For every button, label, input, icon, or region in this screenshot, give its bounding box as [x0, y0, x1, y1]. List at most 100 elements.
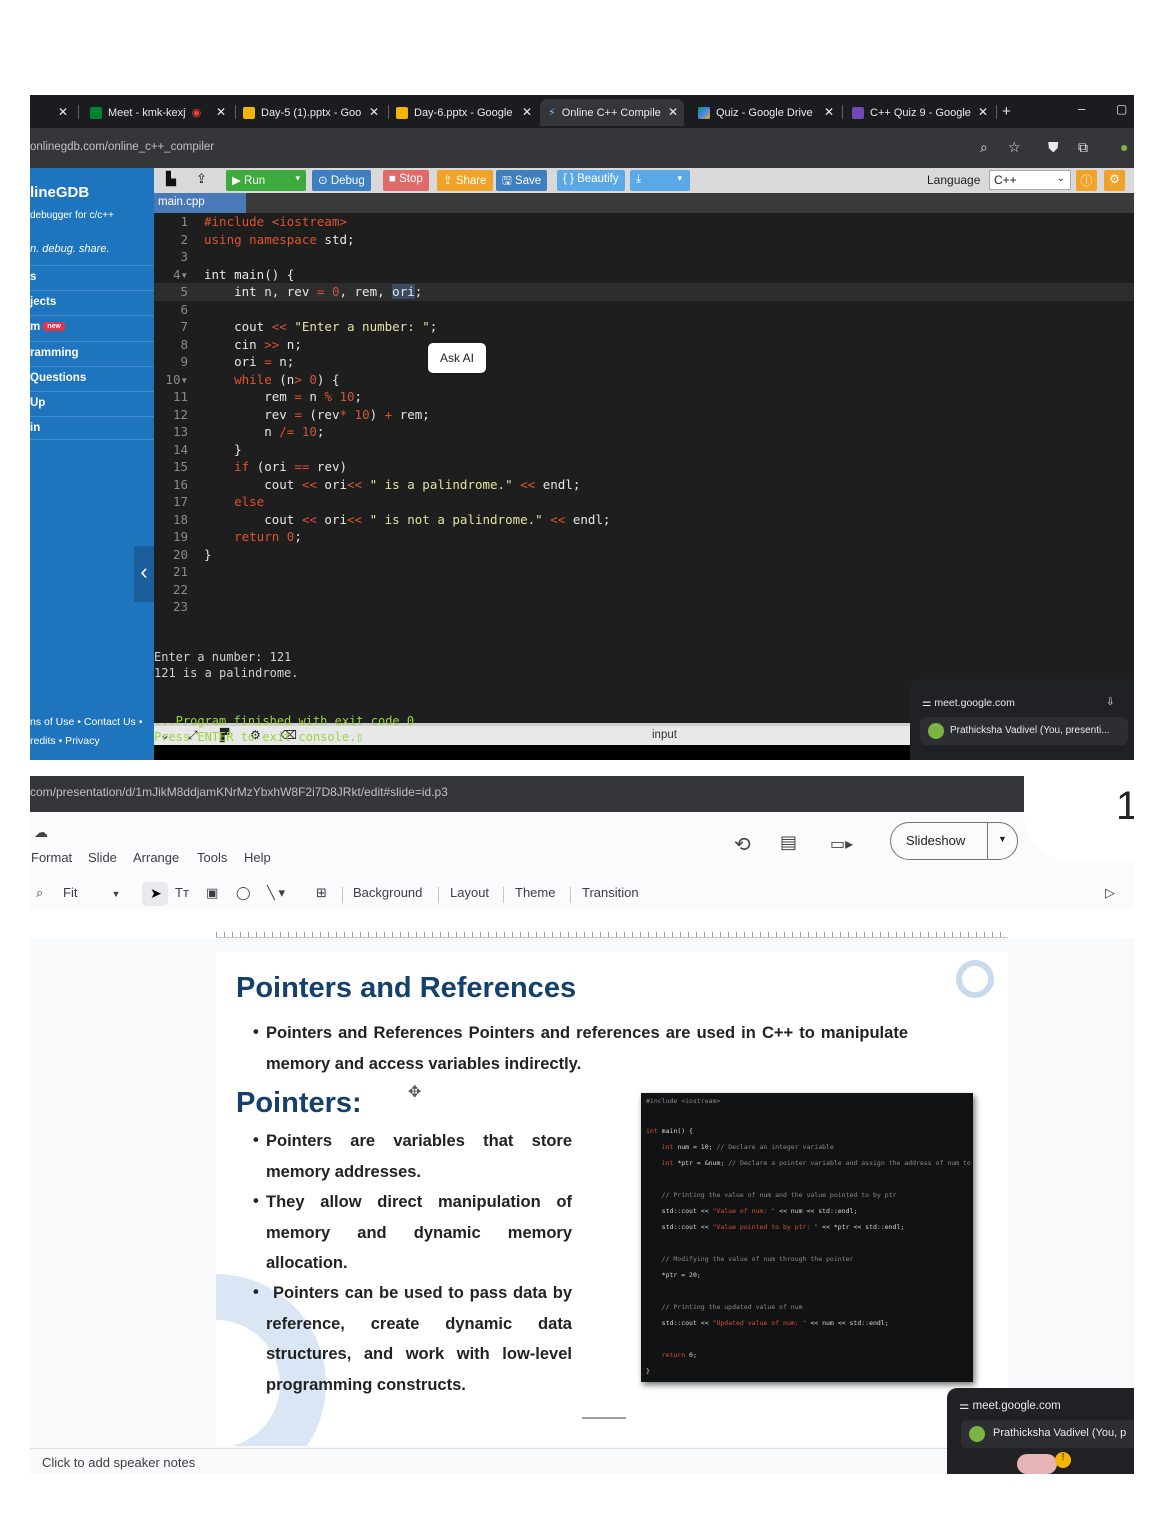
text-box-icon[interactable]: Tт — [175, 885, 189, 900]
code-line: 17 else — [172, 494, 265, 509]
sidebar-footer-links[interactable]: ns of Use • Contact Us • — [30, 716, 142, 728]
browser-tab-0[interactable]: ✕ — [30, 99, 74, 126]
menu-slide[interactable]: Slide — [88, 850, 117, 865]
upload-icon[interactable]: ⇪ — [196, 171, 207, 187]
close-icon[interactable]: ✕ — [824, 105, 834, 119]
menu-help[interactable]: Help — [244, 850, 271, 865]
save-button[interactable]: 🖫 Save — [496, 170, 548, 191]
sidebar-item-label: s — [30, 271, 37, 283]
theme-button[interactable]: Theme — [515, 885, 555, 900]
restore-icon[interactable]: ▢ — [1116, 102, 1127, 116]
stop-button[interactable]: ■ Stop — [383, 170, 429, 191]
pen-icon[interactable]: ▷ — [1105, 885, 1115, 901]
menu-tools[interactable]: Tools — [197, 850, 227, 865]
profile-icon[interactable]: ● — [1120, 139, 1128, 155]
close-icon[interactable]: ✕ — [668, 105, 678, 119]
history-icon[interactable]: ⟲ — [734, 832, 751, 857]
file-tab-main[interactable]: main.cpp — [154, 193, 246, 213]
new-tab-button[interactable]: + — [1002, 103, 1011, 120]
chevron-down-icon[interactable]: ▼ — [998, 834, 1007, 844]
run-label: ▶ Run — [232, 175, 266, 187]
shape-icon[interactable]: ◯ — [236, 885, 251, 901]
ask-ai-button[interactable]: Ask AI — [428, 343, 486, 373]
layout-button[interactable]: Layout — [450, 885, 489, 900]
meet-camera-icon[interactable]: ▭▸ — [830, 834, 853, 854]
address-bar[interactable]: com/presentation/d/1mJikM8ddjamKNrMzYbxh… — [30, 776, 1134, 812]
code-screenshot-image[interactable]: #include <iostream> int main() { int num… — [641, 1093, 973, 1382]
extensions-icon[interactable]: ⧉ — [1078, 139, 1088, 156]
insert-comment-icon[interactable]: ⊞ — [316, 885, 327, 901]
line-icon[interactable]: ╲ ▾ — [267, 885, 285, 901]
sidebar-item-projects[interactable]: jects — [30, 290, 154, 314]
hand-raise-button[interactable] — [1017, 1454, 1057, 1474]
close-icon[interactable]: ✕ — [369, 105, 379, 119]
browser-tab-quiz-drive[interactable]: Quiz - Google Drive ✕ — [690, 99, 840, 126]
code-line: 23 — [172, 599, 188, 614]
bookmark-star-icon[interactable]: ☆ — [1008, 139, 1021, 156]
pin-icon[interactable]: ⇩ — [1106, 696, 1115, 708]
transition-button[interactable]: Transition — [582, 885, 639, 900]
meet-icon — [90, 106, 102, 119]
zoom-icon[interactable]: ⌕ — [980, 139, 988, 156]
minimize-icon[interactable]: – — [1078, 101, 1085, 116]
meet-site-label: meet.google.com — [972, 1400, 1061, 1412]
zoom-select[interactable]: Fit ▼ — [63, 885, 120, 900]
sidebar-item-new[interactable]: m new — [30, 315, 154, 339]
browser-tab-day5[interactable]: Day-5 (1).pptx - Goo ✕ — [235, 99, 385, 126]
cloud-status-icon[interactable]: ☁ — [34, 824, 48, 841]
slide-bullet-3: Pointers can be used to pass data by ref… — [266, 1284, 572, 1394]
gdb-logo[interactable]: lineGDB — [30, 184, 89, 201]
tab-label: C++ Quiz 9 - Google — [870, 106, 971, 119]
image-icon[interactable]: ▣ — [206, 885, 218, 901]
sidebar-item-0[interactable]: s — [30, 265, 154, 289]
language-select[interactable]: C++ ⌄ — [989, 170, 1071, 190]
download-button[interactable]: ⤓ ▾ — [630, 170, 690, 191]
code-line: 3 — [180, 249, 188, 264]
select-tool[interactable]: ➤ — [142, 882, 168, 906]
sidebar-item-questions[interactable]: Questions — [30, 366, 154, 390]
zoom-icon[interactable]: ⌕ — [36, 885, 43, 901]
browser-tab-onlinegdb[interactable]: ⚡ Online C++ Compile ✕ — [540, 99, 684, 126]
close-icon[interactable]: ✕ — [978, 105, 988, 119]
meet-presenter-row[interactable]: Prathicksha Vadivel (You, p — [961, 1420, 1134, 1448]
address-bar[interactable]: onlinegdb.com/online_c++_compiler ⌕ ☆ ⛊ … — [30, 128, 1134, 168]
chevron-down-icon[interactable]: ▾ — [677, 173, 682, 184]
shield-icon[interactable]: ⛊ — [1048, 139, 1059, 156]
run-button[interactable]: ▶ Run ▾ — [226, 170, 306, 191]
info-icon[interactable]: ⓘ — [1076, 170, 1097, 191]
menu-arrange[interactable]: Arrange — [133, 850, 179, 865]
sidebar-item-login[interactable]: in — [30, 416, 154, 440]
comments-icon[interactable]: ▤ — [780, 832, 797, 853]
debug-button[interactable]: ⊙ Debug — [312, 170, 371, 191]
corner-number: 1 — [1116, 784, 1134, 828]
menu-format[interactable]: Format — [31, 850, 72, 865]
code-line: 16 cout << ori<< " is a palindrome." << … — [172, 476, 581, 492]
camera-bubble: 1 — [1024, 776, 1134, 862]
console-line: 121 is a palindrome. — [154, 666, 299, 680]
browser-tab-quiz9[interactable]: C++ Quiz 9 - Google ✕ — [844, 99, 994, 126]
move-cursor-icon: ✥ — [408, 1084, 422, 1101]
browser-tab-day6[interactable]: Day-6.pptx - Google ✕ — [388, 99, 538, 126]
close-icon[interactable]: ✕ — [522, 105, 532, 119]
meet-presenter-row[interactable]: Prathicksha Vadivel (You, presenti... — [920, 717, 1128, 745]
code-line: 21 — [172, 564, 188, 579]
slide[interactable]: Pointers and References • Pointers and R… — [216, 952, 1008, 1446]
close-icon[interactable]: ✕ — [58, 105, 68, 119]
collapse-sidebar-button[interactable]: ‹ — [134, 546, 154, 602]
code-editor[interactable]: 1 #include <iostream> 2 using namespace st… — [154, 213, 1134, 723]
new-file-icon[interactable]: ▙ — [166, 171, 176, 187]
close-icon[interactable]: ✕ — [216, 105, 226, 119]
chevron-down-icon[interactable]: ▾ — [295, 173, 300, 184]
resize-handle[interactable] — [582, 1417, 626, 1419]
meet-site: ⚌ meet.google.com — [959, 1398, 1061, 1412]
meet-sharing-popup: ⚌ meet.google.com ⇩ Prathicksha Vadivel … — [910, 679, 1134, 760]
sidebar-item-signup[interactable]: Up — [30, 391, 154, 415]
background-button[interactable]: Background — [353, 885, 422, 900]
beautify-button[interactable]: { } Beautify — [557, 170, 625, 191]
slideshow-button[interactable]: Slideshow ▼ — [890, 822, 1018, 860]
browser-tab-meet[interactable]: Meet - kmk-kexj ◉ ✕ — [82, 99, 232, 126]
sidebar-footer-links-2[interactable]: redits • Privacy — [30, 735, 100, 747]
gear-icon[interactable]: ⚙ — [1104, 170, 1125, 191]
sidebar-item-programming[interactable]: ramming — [30, 341, 154, 365]
share-button[interactable]: ⇪ Share — [437, 170, 493, 191]
